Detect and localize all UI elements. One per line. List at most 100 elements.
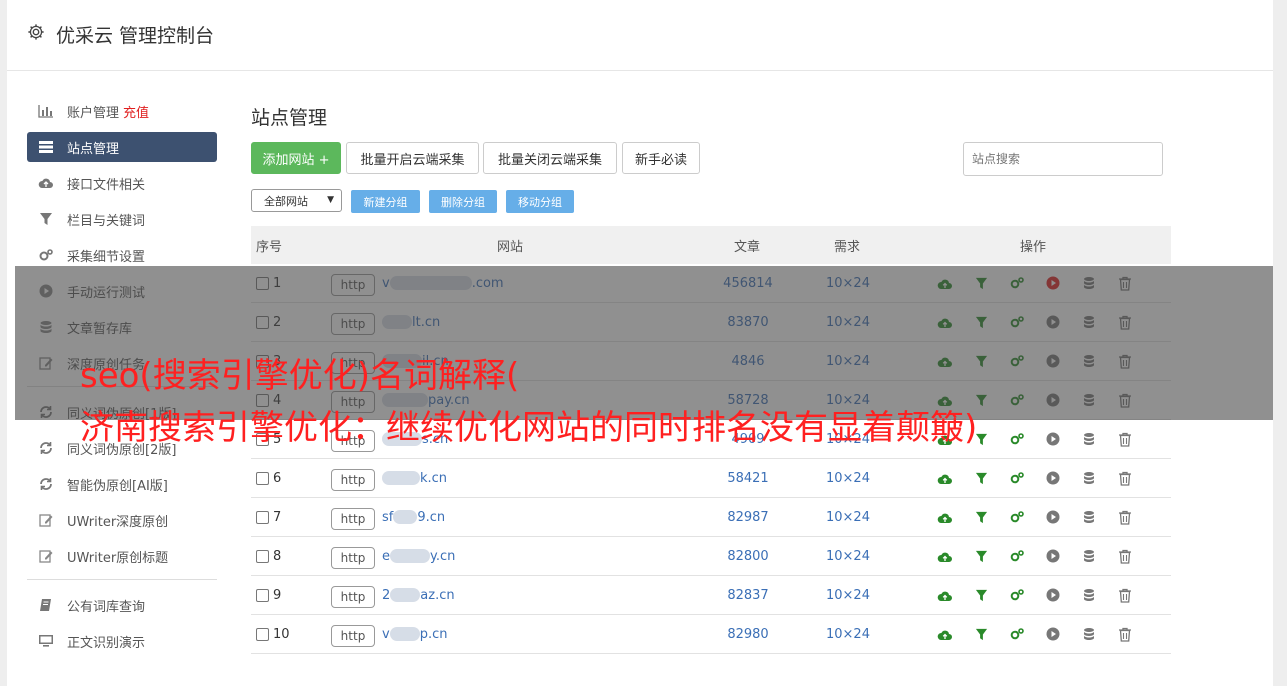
demand-value[interactable]: 10×24 [826, 459, 870, 497]
page-title: 站点管理 [251, 107, 328, 129]
demand-value[interactable]: 10×24 [826, 537, 870, 575]
database-icon[interactable] [1071, 507, 1107, 527]
sidebar-item-label: 栏目与关键词 [67, 213, 146, 229]
gears-icon[interactable] [999, 585, 1035, 605]
http-button[interactable]: http [331, 586, 375, 608]
filter-icon[interactable] [963, 546, 999, 566]
main-panel: 站点管理 添加网站 + 批量开启云端采集 批量关闭云端采集 新手必读 全部网站 … [251, 100, 1171, 654]
filter-icon[interactable] [963, 507, 999, 527]
move-group-button[interactable]: 移动分组 [506, 190, 574, 213]
sidebar-item[interactable]: UWriter深度原创 [27, 505, 217, 535]
site-link[interactable]: 2 az.cn [382, 576, 455, 614]
batch-disable-cloud-button[interactable]: 批量关闭云端采集 [483, 142, 617, 174]
recharge-link[interactable]: 充值 [123, 102, 149, 121]
http-button[interactable]: http [331, 469, 375, 491]
bar-chart-icon [38, 103, 54, 119]
row-checkbox[interactable] [256, 510, 269, 524]
site-link[interactable]: v p.cn [382, 615, 447, 653]
guide-button[interactable]: 新手必读 [622, 142, 700, 174]
gears-icon[interactable] [999, 624, 1035, 644]
table-row: 7 http sf 9.cn 82987 10×24 [251, 498, 1171, 537]
gear-icon[interactable] [27, 23, 45, 41]
trash-icon[interactable] [1107, 585, 1143, 605]
cloud-upload-icon[interactable] [927, 468, 963, 488]
chevron-down-icon: ▼ [327, 195, 334, 205]
http-button[interactable]: http [331, 625, 375, 647]
cloud-upload-icon[interactable] [927, 585, 963, 605]
row-checkbox[interactable] [256, 471, 269, 485]
group-select[interactable]: 全部网站 ▼ [251, 189, 342, 212]
article-count[interactable]: 58421 [723, 459, 773, 497]
row-actions [927, 537, 1143, 575]
sidebar-item[interactable]: 站点管理 [27, 132, 217, 162]
new-group-button[interactable]: 新建分组 [351, 190, 420, 213]
demand-value[interactable]: 10×24 [826, 498, 870, 536]
article-count[interactable]: 82987 [723, 498, 773, 536]
demand-value[interactable]: 10×24 [826, 576, 870, 614]
demand-value[interactable]: 10×24 [826, 615, 870, 653]
http-button-cell: http [331, 459, 375, 497]
site-suffix: p.cn [419, 626, 448, 642]
site-link[interactable]: sf 9.cn [382, 498, 445, 536]
filter-icon[interactable] [963, 624, 999, 644]
play-icon[interactable] [1035, 585, 1071, 605]
table-row: 6 http k.cn 58421 10×24 [251, 459, 1171, 498]
cloud-upload-icon[interactable] [927, 507, 963, 527]
database-icon[interactable] [1071, 585, 1107, 605]
sidebar-divider [27, 579, 217, 580]
trash-icon[interactable] [1107, 624, 1143, 644]
http-button[interactable]: http [331, 547, 375, 569]
gears-icon[interactable] [999, 546, 1035, 566]
article-count[interactable]: 82980 [723, 615, 773, 653]
trash-icon[interactable] [1107, 468, 1143, 488]
site-search-input[interactable] [963, 142, 1163, 176]
site-link[interactable]: k.cn [382, 459, 447, 497]
sidebar-item[interactable]: 接口文件相关 [27, 168, 217, 198]
site-prefix: sf [382, 509, 394, 525]
trash-icon[interactable] [1107, 546, 1143, 566]
http-button-cell: http [331, 576, 375, 614]
filter-icon[interactable] [963, 468, 999, 488]
trash-icon[interactable] [1107, 507, 1143, 527]
monitor-icon [38, 633, 54, 649]
site-suffix: y.cn [430, 548, 456, 564]
play-icon[interactable] [1035, 507, 1071, 527]
row-checkbox[interactable] [256, 588, 269, 602]
row-checkbox[interactable] [256, 627, 269, 641]
gears-icon[interactable] [999, 507, 1035, 527]
play-icon[interactable] [1035, 624, 1071, 644]
sidebar-item-label: 站点管理 [67, 141, 120, 157]
sidebar-item[interactable]: UWriter原创标题 [27, 541, 217, 571]
add-site-button[interactable]: 添加网站 + [251, 142, 341, 174]
database-icon[interactable] [1071, 624, 1107, 644]
cloud-upload-icon[interactable] [927, 546, 963, 566]
cloud-upload-icon[interactable] [927, 624, 963, 644]
filter-icon[interactable] [963, 585, 999, 605]
row-number-cell: 8 [256, 537, 281, 575]
row-actions [927, 615, 1143, 653]
article-count[interactable]: 82837 [723, 576, 773, 614]
app-title: 优采云 管理控制台 [56, 25, 215, 47]
article-count[interactable]: 82800 [723, 537, 773, 575]
sidebar-item-label: UWriter深度原创 [67, 514, 169, 530]
http-button-cell: http [331, 498, 375, 536]
row-checkbox[interactable] [256, 549, 269, 563]
site-suffix: 9.cn [417, 509, 446, 525]
site-link[interactable]: e y.cn [382, 537, 455, 575]
batch-enable-cloud-button[interactable]: 批量开启云端采集 [346, 142, 479, 174]
sidebar-item[interactable]: 正文识别演示 [27, 626, 217, 656]
delete-group-button[interactable]: 删除分组 [429, 190, 497, 213]
gears-icon[interactable] [999, 468, 1035, 488]
http-button-cell: http [331, 615, 375, 653]
sidebar-item[interactable]: 账户管理 充值 [27, 96, 217, 126]
sidebar-item[interactable]: 公有词库查询 [27, 590, 217, 620]
sidebar-item[interactable]: 智能伪原创[AI版] [27, 469, 217, 499]
play-icon[interactable] [1035, 468, 1071, 488]
sidebar-item[interactable]: 栏目与关键词 [27, 204, 217, 234]
col-site: 网站 [497, 239, 524, 255]
http-button[interactable]: http [331, 508, 375, 530]
row-number-cell: 9 [256, 576, 281, 614]
play-icon[interactable] [1035, 546, 1071, 566]
database-icon[interactable] [1071, 546, 1107, 566]
database-icon[interactable] [1071, 468, 1107, 488]
